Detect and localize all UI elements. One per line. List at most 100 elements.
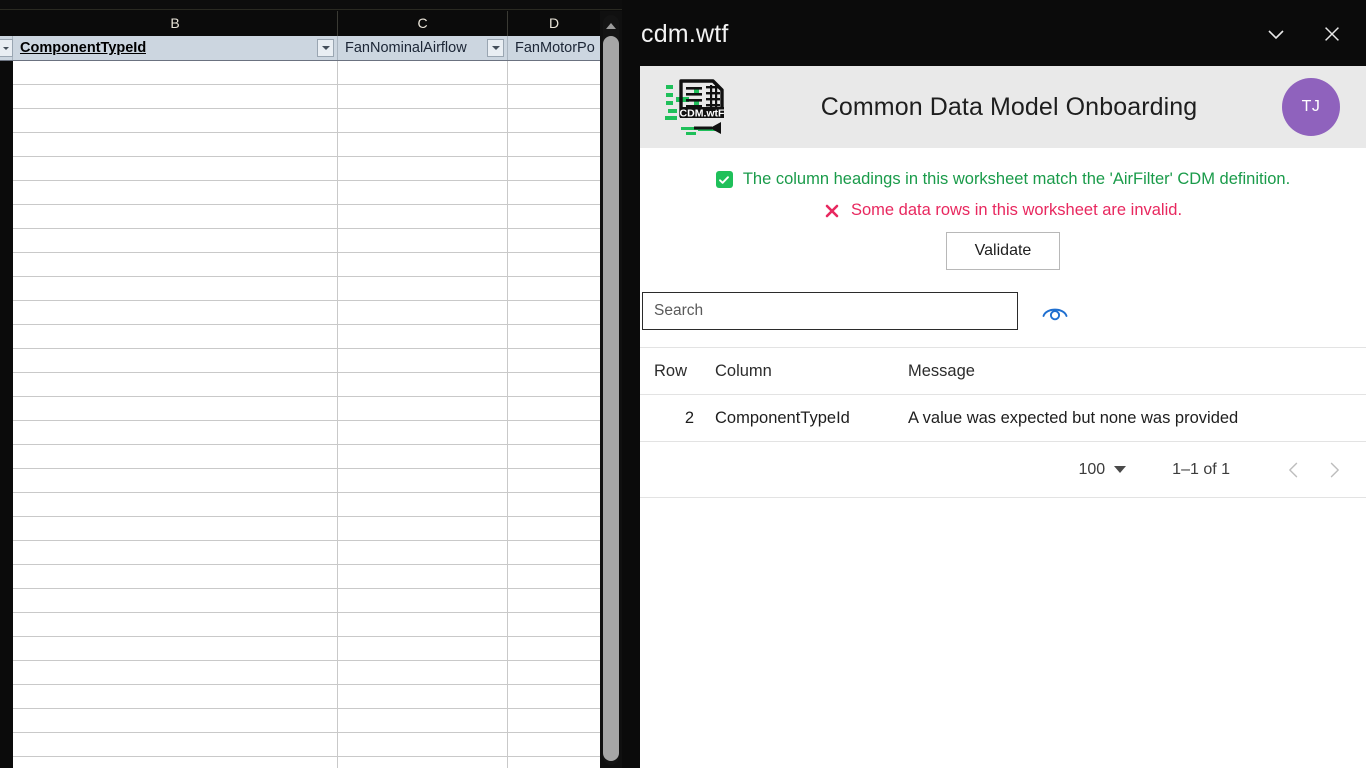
next-page-button[interactable]: [1314, 450, 1354, 490]
grid-cell[interactable]: [508, 205, 600, 229]
grid-cell[interactable]: [338, 637, 508, 661]
grid-row[interactable]: [0, 613, 600, 637]
grid-cell[interactable]: [338, 685, 508, 709]
grid-row[interactable]: [0, 181, 600, 205]
grid-row[interactable]: [0, 61, 600, 85]
grid-cell[interactable]: [338, 733, 508, 757]
grid-cell[interactable]: [508, 277, 600, 301]
grid-cell[interactable]: [508, 637, 600, 661]
grid-cell[interactable]: [13, 349, 338, 373]
spreadsheet-grid[interactable]: [0, 61, 600, 768]
grid-cell[interactable]: [338, 445, 508, 469]
chevron-down-icon[interactable]: [1256, 14, 1296, 54]
grid-row[interactable]: [0, 757, 600, 768]
grid-cell[interactable]: [508, 565, 600, 589]
sheet-corner-box[interactable]: [0, 11, 13, 36]
grid-row[interactable]: [0, 301, 600, 325]
grid-cell[interactable]: [338, 469, 508, 493]
grid-cell[interactable]: [508, 301, 600, 325]
grid-cell[interactable]: [13, 301, 338, 325]
validate-button[interactable]: Validate: [946, 232, 1060, 270]
grid-row[interactable]: [0, 349, 600, 373]
grid-cell[interactable]: [13, 541, 338, 565]
grid-cell[interactable]: [508, 493, 600, 517]
table-row[interactable]: 2 ComponentTypeId A value was expected b…: [640, 395, 1366, 442]
column-letter-c[interactable]: C: [338, 11, 508, 36]
grid-cell[interactable]: [13, 277, 338, 301]
close-icon[interactable]: [1312, 14, 1352, 54]
grid-row[interactable]: [0, 469, 600, 493]
grid-cell[interactable]: [508, 661, 600, 685]
scrollbar-thumb[interactable]: [603, 36, 619, 761]
grid-cell[interactable]: [13, 469, 338, 493]
grid-row[interactable]: [0, 589, 600, 613]
grid-cell[interactable]: [338, 133, 508, 157]
grid-row[interactable]: [0, 373, 600, 397]
grid-row[interactable]: [0, 733, 600, 757]
grid-cell[interactable]: [338, 565, 508, 589]
grid-cell[interactable]: [508, 733, 600, 757]
grid-cell[interactable]: [508, 157, 600, 181]
grid-cell[interactable]: [338, 517, 508, 541]
grid-cell[interactable]: [338, 589, 508, 613]
grid-cell[interactable]: [338, 277, 508, 301]
header-cell-fannominalairflow[interactable]: FanNominalAirflow: [338, 36, 508, 60]
grid-row[interactable]: [0, 493, 600, 517]
grid-cell[interactable]: [13, 61, 338, 85]
grid-cell[interactable]: [13, 613, 338, 637]
grid-cell[interactable]: [338, 85, 508, 109]
filter-button-b[interactable]: [317, 39, 334, 57]
grid-cell[interactable]: [338, 253, 508, 277]
grid-cell[interactable]: [338, 661, 508, 685]
page-size-select[interactable]: 100: [1078, 461, 1127, 479]
grid-cell[interactable]: [508, 349, 600, 373]
grid-cell[interactable]: [508, 445, 600, 469]
grid-cell[interactable]: [13, 661, 338, 685]
grid-cell[interactable]: [508, 325, 600, 349]
grid-cell[interactable]: [13, 517, 338, 541]
grid-row[interactable]: [0, 709, 600, 733]
grid-cell[interactable]: [13, 133, 338, 157]
grid-cell[interactable]: [508, 181, 600, 205]
grid-cell[interactable]: [508, 517, 600, 541]
grid-cell[interactable]: [508, 541, 600, 565]
grid-cell[interactable]: [338, 757, 508, 768]
grid-cell[interactable]: [508, 61, 600, 85]
search-input[interactable]: [642, 292, 1018, 330]
grid-cell[interactable]: [508, 229, 600, 253]
grid-cell[interactable]: [508, 685, 600, 709]
grid-cell[interactable]: [13, 757, 338, 768]
grid-row[interactable]: [0, 661, 600, 685]
grid-cell[interactable]: [508, 109, 600, 133]
caret-up-icon[interactable]: [606, 23, 616, 29]
grid-row[interactable]: [0, 517, 600, 541]
grid-cell[interactable]: [338, 157, 508, 181]
grid-row[interactable]: [0, 133, 600, 157]
header-cell-componenttypeid[interactable]: ComponentTypeId: [13, 36, 338, 60]
previous-page-button[interactable]: [1274, 450, 1314, 490]
grid-row[interactable]: [0, 277, 600, 301]
grid-cell[interactable]: [508, 469, 600, 493]
grid-row[interactable]: [0, 253, 600, 277]
grid-cell[interactable]: [508, 85, 600, 109]
grid-cell[interactable]: [13, 733, 338, 757]
grid-cell[interactable]: [338, 109, 508, 133]
grid-cell[interactable]: [13, 589, 338, 613]
grid-cell[interactable]: [338, 709, 508, 733]
grid-cell[interactable]: [13, 325, 338, 349]
grid-cell[interactable]: [338, 397, 508, 421]
grid-row[interactable]: [0, 325, 600, 349]
spreadsheet-scrollbar[interactable]: [600, 11, 622, 768]
grid-cell[interactable]: [13, 205, 338, 229]
grid-row[interactable]: [0, 157, 600, 181]
grid-cell[interactable]: [338, 613, 508, 637]
grid-cell[interactable]: [338, 373, 508, 397]
grid-cell[interactable]: [13, 373, 338, 397]
grid-row[interactable]: [0, 85, 600, 109]
eye-icon[interactable]: [1038, 294, 1072, 328]
grid-row[interactable]: [0, 109, 600, 133]
grid-cell[interactable]: [13, 229, 338, 253]
grid-row[interactable]: [0, 445, 600, 469]
grid-cell[interactable]: [508, 613, 600, 637]
grid-cell[interactable]: [338, 229, 508, 253]
